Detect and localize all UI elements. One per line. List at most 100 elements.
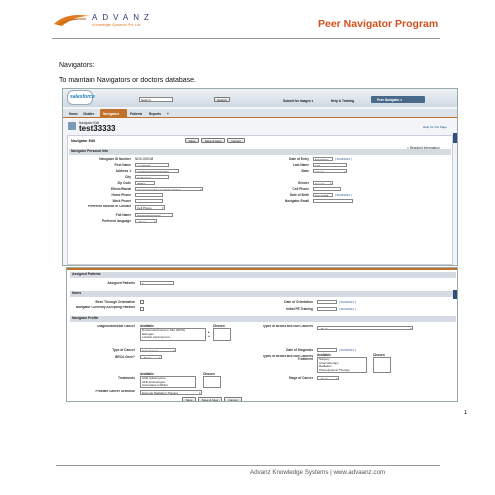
field-label: BRCA Gene? bbox=[115, 355, 135, 359]
field-label: Preferred language bbox=[101, 219, 131, 223]
pe-training-date-input[interactable] bbox=[317, 306, 337, 311]
field-label: Initial PE Training bbox=[286, 307, 313, 311]
field-label: Cell Phone bbox=[292, 187, 309, 191]
brand-tagline: Knowledge Systems Pvt. Ltd. bbox=[92, 23, 142, 27]
language-select[interactable]: --None-- bbox=[135, 218, 157, 223]
tab-home[interactable]: Home bbox=[69, 112, 78, 116]
field-label: Address 1 bbox=[115, 169, 131, 173]
email-input[interactable] bbox=[313, 198, 353, 203]
help-link[interactable]: Help for this Page bbox=[423, 125, 447, 129]
full-name-input[interactable]: 00000000000000 bbox=[135, 212, 173, 217]
field-label: Ethnic/Racial bbox=[110, 187, 131, 191]
work-phone-input[interactable] bbox=[135, 198, 163, 203]
page-number: 1 bbox=[464, 410, 468, 416]
home-phone-input[interactable] bbox=[135, 192, 163, 197]
scroll-tab-icon[interactable] bbox=[453, 290, 457, 299]
date-of-entry-link[interactable]: [ 5/23/2012 ] bbox=[335, 157, 352, 161]
state-select[interactable]: Alaska bbox=[313, 168, 347, 173]
cancel-button[interactable]: Cancel bbox=[224, 397, 242, 401]
tab-chatter[interactable]: Chatter bbox=[83, 112, 94, 116]
field-label: Prostate Cancer Selection bbox=[95, 390, 135, 393]
field-value: NDS-000048 bbox=[135, 157, 154, 161]
tab-add[interactable]: + bbox=[167, 112, 169, 116]
sf-top-link-help[interactable]: Help & Training bbox=[331, 99, 354, 103]
dob-input[interactable]: 5/21/1958 bbox=[313, 192, 333, 197]
date-diagnosis-input[interactable] bbox=[317, 347, 337, 352]
save-button[interactable]: Save bbox=[182, 397, 196, 401]
tab-navigators: Navigators bbox=[103, 112, 120, 116]
pe-training-date-link[interactable]: [ 5/23/2012 ] bbox=[339, 307, 356, 311]
cancer-type-select[interactable]: Anal Cancer bbox=[140, 347, 176, 352]
treatments-listbox[interactable]: ACR Adriamycine AFE Antiestrogen Aromata… bbox=[140, 376, 196, 388]
swoosh-icon bbox=[54, 15, 90, 26]
cancel-button[interactable]: Cancel bbox=[227, 138, 245, 143]
treatment-chosen-listbox[interactable] bbox=[373, 357, 391, 373]
brand-logo: ADVANZ Knowledge Systems Pvt. Ltd. bbox=[52, 10, 172, 34]
treatments-chosen-listbox[interactable] bbox=[203, 376, 221, 388]
save-new-button[interactable]: Save & New bbox=[201, 138, 225, 143]
date-of-entry-input[interactable]: 5/23/2012 bbox=[313, 156, 333, 161]
sf-search-input[interactable]: Search... bbox=[139, 97, 173, 102]
sf-search-button[interactable]: Search bbox=[214, 97, 230, 102]
list-item[interactable]: Photodynamic Therapy bbox=[319, 368, 366, 372]
field-label: Navigator ID Number bbox=[99, 157, 131, 161]
field-label: Gender bbox=[297, 181, 309, 185]
orientation-date-link[interactable]: [ 5/23/2012 ] bbox=[339, 300, 356, 304]
contact-method-select[interactable]: Cell Phone bbox=[135, 205, 165, 210]
screenshot-navigator-profile: Assigned Patients Assigned Patients 0 No… bbox=[66, 267, 458, 402]
tab-reports[interactable]: Reports bbox=[149, 112, 161, 116]
field-label: Diagnosis/Breast Cancer bbox=[97, 325, 135, 328]
footer-text: Advanz Knowledge Systems | www.advaanz.c… bbox=[250, 469, 386, 476]
field-label: Date of Entry bbox=[289, 157, 309, 161]
record-title: test33333 bbox=[79, 124, 116, 133]
types-breast-select[interactable]: --None-- bbox=[317, 325, 413, 330]
top-accent bbox=[67, 268, 457, 270]
zip-input[interactable]: 99501 bbox=[135, 180, 155, 185]
date-diagnosis-link[interactable]: [ 5/23/2012 ] bbox=[339, 348, 356, 352]
first-name-input[interactable]: test33333 bbox=[135, 162, 169, 167]
gender-select[interactable]: Female bbox=[313, 180, 333, 185]
tab-patients[interactable]: Patients bbox=[130, 112, 142, 116]
field-label: Navigator Email bbox=[284, 199, 309, 203]
field-label: Navigator Currently Accepting Patients bbox=[75, 306, 135, 309]
field-label: City bbox=[124, 175, 131, 179]
cell-phone-input[interactable] bbox=[313, 186, 341, 191]
section-navigator-profile: Navigator Profile bbox=[70, 316, 456, 322]
field-label: Last Name bbox=[292, 163, 309, 167]
address-input[interactable]: 1000000000000000000 bbox=[135, 168, 179, 173]
list-item[interactable]: Lobular carcinoma In... bbox=[142, 336, 205, 340]
field-label: Zip Code bbox=[117, 181, 131, 185]
list-item[interactable]: Aromatase Inhibitor bbox=[142, 384, 195, 387]
field-label: Stage of Cancer bbox=[288, 376, 313, 380]
intro-description: To maintain Navigators or doctors databa… bbox=[59, 77, 196, 84]
prostate-select[interactable]: External Radiation Therapy bbox=[140, 390, 202, 395]
scroll-tab-icon[interactable] bbox=[453, 133, 457, 143]
remove-arrow-icon[interactable]: ◂ bbox=[208, 334, 210, 338]
field-label: Been Through Orientation bbox=[95, 300, 136, 304]
diagnosis-chosen-listbox[interactable] bbox=[213, 328, 231, 341]
brca-select[interactable]: --None-- bbox=[140, 354, 162, 359]
orientation-date-input[interactable] bbox=[317, 299, 337, 304]
city-input[interactable]: Anchorage bbox=[135, 174, 169, 179]
last-name-input[interactable]: 123 bbox=[313, 162, 347, 167]
program-title: Peer Navigator Program bbox=[318, 18, 439, 30]
ethnic-select[interactable]: American Indian or Alaska Native bbox=[135, 186, 203, 191]
footer-rule bbox=[56, 465, 440, 466]
assigned-patients-input[interactable]: 0 bbox=[140, 280, 174, 285]
save-button[interactable]: Save bbox=[185, 138, 199, 143]
header-rule bbox=[52, 38, 440, 39]
save-new-button[interactable]: Save & New bbox=[198, 397, 222, 401]
orientation-checkbox[interactable] bbox=[140, 300, 144, 304]
field-label: State bbox=[301, 169, 309, 173]
treatment-types-listbox[interactable]: Surgery Chemotherapy Radiation Photodyna… bbox=[317, 357, 367, 373]
field-label: Date of Diagnosis bbox=[286, 348, 313, 352]
stage-select[interactable]: --None-- bbox=[317, 375, 339, 380]
field-label: Date of Birth bbox=[289, 193, 309, 197]
diagnosis-listbox[interactable]: Ductal Carcinoma in Situ (DCIS) Estrogen… bbox=[140, 328, 206, 341]
field-label: Work Phone bbox=[112, 199, 131, 203]
accepting-checkbox[interactable] bbox=[140, 307, 144, 311]
field-label: Treatments bbox=[117, 376, 135, 380]
dob-link[interactable]: [ 5/23/2012 ] bbox=[335, 193, 352, 197]
document-page: ADVANZ Knowledge Systems Pvt. Ltd. Peer … bbox=[0, 0, 495, 495]
sf-top-link-images[interactable]: Submit for Images ▾ bbox=[283, 99, 313, 103]
